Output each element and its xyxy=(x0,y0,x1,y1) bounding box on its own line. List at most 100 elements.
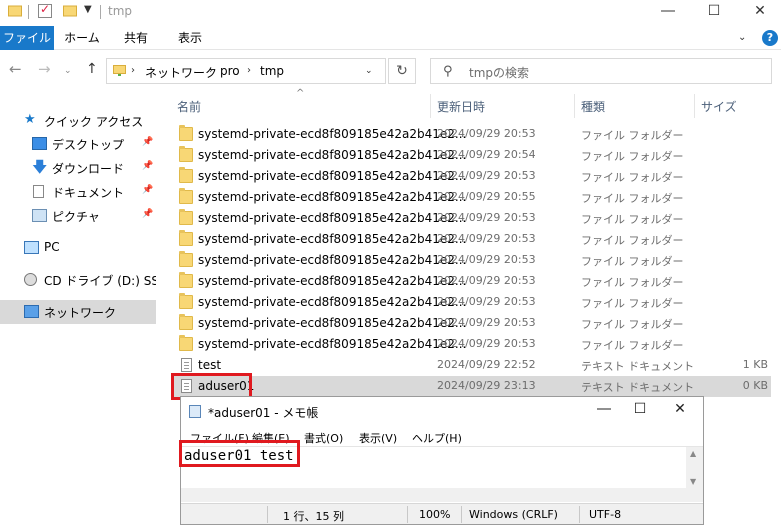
status-zoom: 100% xyxy=(419,508,451,521)
scroll-down-icon[interactable]: ▼ xyxy=(690,477,696,486)
back-arrow-icon[interactable]: ← xyxy=(9,60,22,78)
file-row[interactable]: systemd-private-ecd8f809185e42a2b41e2...… xyxy=(172,229,776,250)
folder-icon xyxy=(179,167,193,183)
notepad-horizontal-scrollbar[interactable] xyxy=(181,488,703,502)
sidebar-item-label: デスクトップ xyxy=(52,138,125,152)
new-folder-icon[interactable] xyxy=(63,4,77,18)
file-size: 1 KB xyxy=(742,358,768,371)
tab-home[interactable]: ホーム xyxy=(56,26,108,50)
file-row[interactable]: systemd-private-ecd8f809185e42a2b41e2...… xyxy=(172,166,776,187)
forward-arrow-icon[interactable]: → xyxy=(38,60,51,78)
sidebar-item-label: PC xyxy=(44,240,60,254)
folder-icon xyxy=(179,272,193,288)
column-divider[interactable] xyxy=(430,94,431,118)
file-row[interactable]: systemd-private-ecd8f809185e42a2b41e2...… xyxy=(172,271,776,292)
file-date: 2024/09/29 20:53 xyxy=(437,316,536,329)
menu-help[interactable]: ヘルプ(H) xyxy=(412,430,462,446)
refresh-icon[interactable]: ↻ xyxy=(388,58,416,84)
help-icon[interactable]: ? xyxy=(762,30,778,46)
chevron-right-icon[interactable]: › xyxy=(247,65,251,76)
pin-icon[interactable]: 📌 xyxy=(142,209,153,219)
file-row[interactable]: systemd-private-ecd8f809185e42a2b41e2...… xyxy=(172,145,776,166)
file-date: 2024/09/29 20:53 xyxy=(437,337,536,350)
maximize-button[interactable]: ☐ xyxy=(691,0,737,24)
column-header-size[interactable]: サイズ xyxy=(701,98,737,115)
sidebar-item-label: ダウンロード xyxy=(52,162,125,176)
folder-icon xyxy=(179,293,193,309)
recent-locations-icon[interactable]: ⌄ xyxy=(64,66,72,76)
properties-icon[interactable] xyxy=(38,2,52,18)
close-button[interactable]: ✕ xyxy=(737,0,781,24)
file-name: test xyxy=(198,358,222,372)
column-header-date[interactable]: 更新日時 xyxy=(437,98,485,115)
sidebar-item-pictures[interactable]: ピクチャ 📌 xyxy=(0,204,156,228)
pin-icon[interactable]: 📌 xyxy=(142,137,153,147)
sidebar-item-pc[interactable]: PC xyxy=(0,236,156,260)
chevron-right-icon[interactable]: › xyxy=(131,65,135,76)
column-divider[interactable] xyxy=(694,94,695,118)
file-name: systemd-private-ecd8f809185e42a2b41e2... xyxy=(198,316,467,330)
file-type: ファイル フォルダー xyxy=(581,297,684,310)
file-type: ファイル フォルダー xyxy=(581,276,684,289)
up-arrow-icon[interactable]: ↑ xyxy=(86,61,98,77)
breadcrumb-pro[interactable]: pro xyxy=(220,64,240,78)
desktop-icon xyxy=(32,137,47,150)
menu-view[interactable]: 表示(V) xyxy=(359,430,397,446)
file-row[interactable]: systemd-private-ecd8f809185e42a2b41e2...… xyxy=(172,187,776,208)
sidebar-item-cd-drive[interactable]: CD ドライブ (D:) SSS_X6 xyxy=(0,268,156,292)
address-dropdown-icon[interactable]: ⌄ xyxy=(365,66,373,76)
menu-format[interactable]: 書式(O) xyxy=(304,430,343,446)
tab-file[interactable]: ファイル xyxy=(0,26,54,50)
breadcrumb-tmp[interactable]: tmp xyxy=(260,64,284,78)
file-row[interactable]: systemd-private-ecd8f809185e42a2b41e2...… xyxy=(172,313,776,334)
file-row[interactable]: systemd-private-ecd8f809185e42a2b41e2...… xyxy=(172,250,776,271)
status-divider xyxy=(267,506,268,523)
sidebar-item-label: ドキュメント xyxy=(52,186,125,200)
highlight-box-content xyxy=(179,440,300,467)
sidebar-item-desktop[interactable]: デスクトップ 📌 xyxy=(0,132,156,156)
file-type: ファイル フォルダー xyxy=(581,171,684,184)
sidebar-item-documents[interactable]: ドキュメント 📌 xyxy=(0,180,156,204)
tab-share[interactable]: 共有 xyxy=(110,26,162,50)
notepad-title-bar[interactable]: *aduser01 - メモ帳 ― ☐ ✕ xyxy=(181,397,703,425)
search-box[interactable]: ⚲ tmpの検索 xyxy=(430,58,772,84)
file-row[interactable]: systemd-private-ecd8f809185e42a2b41e2...… xyxy=(172,208,776,229)
notepad-title: *aduser01 - メモ帳 xyxy=(208,406,319,420)
expand-ribbon-icon[interactable]: ⌄ xyxy=(738,32,746,43)
pin-icon[interactable]: 📌 xyxy=(142,185,153,195)
sidebar-item-quick-access[interactable]: ★ クイック アクセス xyxy=(0,109,156,133)
file-row[interactable]: systemd-private-ecd8f809185e42a2b41e2...… xyxy=(172,334,776,355)
sidebar-item-downloads[interactable]: 🡇 ダウンロード 📌 xyxy=(0,156,156,180)
notepad-close-button[interactable]: ✕ xyxy=(657,401,703,417)
sidebar-item-network[interactable]: ネットワーク xyxy=(0,300,156,324)
notepad-vertical-scrollbar[interactable]: ▲ ▼ xyxy=(686,447,703,489)
folder-icon[interactable] xyxy=(8,4,22,18)
file-row[interactable]: aduser01 2024/09/29 23:13 テキスト ドキュメント 0 KB xyxy=(172,376,776,397)
file-date: 2024/09/29 20:53 xyxy=(437,232,536,245)
minimize-button[interactable]: ― xyxy=(645,0,691,24)
file-date: 2024/09/29 20:55 xyxy=(437,190,536,203)
file-type: ファイル フォルダー xyxy=(581,150,684,163)
file-size: 0 KB xyxy=(742,379,768,392)
search-input[interactable]: tmpの検索 xyxy=(469,64,529,81)
folder-icon xyxy=(179,230,193,246)
pin-icon[interactable]: 📌 xyxy=(142,161,153,171)
file-row[interactable]: systemd-private-ecd8f809185e42a2b41e2...… xyxy=(172,124,776,145)
column-header-type[interactable]: 種類 xyxy=(581,98,605,115)
tab-view[interactable]: 表示 xyxy=(164,26,216,50)
column-divider[interactable] xyxy=(574,94,575,118)
scroll-up-icon[interactable]: ▲ xyxy=(690,449,696,458)
address-bar[interactable]: › ネットワーク › pro › tmp ⌄ xyxy=(106,58,386,84)
chevron-right-icon[interactable]: › xyxy=(209,65,213,76)
column-header-name[interactable]: 名前 xyxy=(177,98,201,115)
quick-access-dropdown-icon[interactable]: ▼ xyxy=(84,4,92,15)
file-date: 2024/09/29 20:53 xyxy=(437,169,536,182)
network-icon xyxy=(24,305,39,318)
file-row[interactable]: test 2024/09/29 22:52 テキスト ドキュメント 1 KB xyxy=(172,355,776,376)
file-name: systemd-private-ecd8f809185e42a2b41e2... xyxy=(198,274,467,288)
ribbon-tabs: ファイル ホーム 共有 表示 ⌄ ? xyxy=(0,26,781,50)
breadcrumb-network[interactable]: ネットワーク xyxy=(145,64,217,81)
vertical-scrollbar[interactable] xyxy=(771,90,781,525)
file-type: ファイル フォルダー xyxy=(581,255,684,268)
file-row[interactable]: systemd-private-ecd8f809185e42a2b41e2...… xyxy=(172,292,776,313)
